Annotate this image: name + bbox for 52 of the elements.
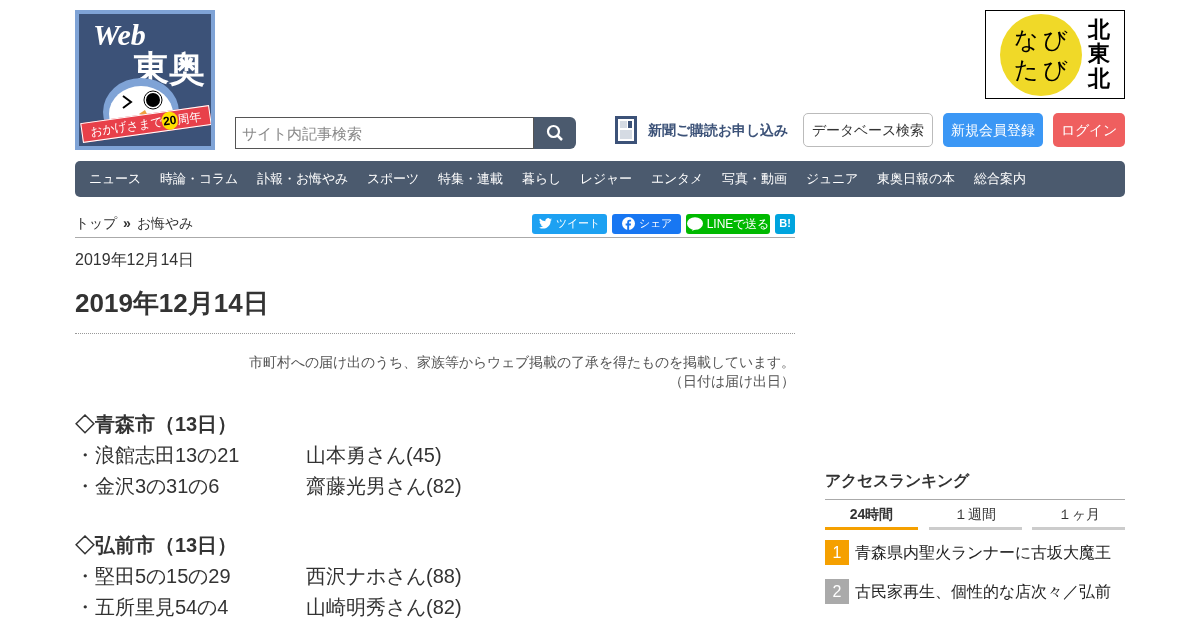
ranking-article-link[interactable]: 古民家再生、個性的な店次々／弘前	[855, 579, 1111, 604]
logo-text: Web	[93, 18, 146, 51]
address-text: ・金沢3の31の6	[75, 474, 221, 499]
share-button[interactable]: シェア	[612, 213, 681, 234]
section-heading: ◇弘前市（13日）	[75, 533, 239, 558]
nav-link[interactable]: 時論・コラム	[150, 169, 247, 189]
nav-link[interactable]: エンタメ	[641, 169, 712, 189]
person-name: 山本勇さん(45)	[306, 443, 442, 468]
person-name: 山崎明秀さん(82)	[306, 595, 462, 620]
nav-link[interactable]: 写真・動画	[712, 169, 796, 189]
ribbon-text: 周年	[176, 108, 203, 129]
ranking-tab[interactable]: 24時間	[825, 502, 918, 530]
person-name: 西沢ナホさん(88)	[306, 564, 462, 589]
address-text: ・堅田5の15の29	[75, 564, 232, 589]
address-text: ・浪館志田13の21	[75, 443, 241, 468]
section-heading: ◇青森市（13日）	[75, 412, 239, 437]
address-text: ・五所里見54の4	[75, 595, 230, 620]
newspaper-icon	[615, 116, 637, 144]
notice-text: （日付は届け出日）	[668, 372, 795, 391]
logo-text: 北東北	[1088, 18, 1110, 91]
breadcrumb-link[interactable]: トップ	[75, 213, 117, 234]
ranking-tab[interactable]: １週間	[928, 502, 1022, 530]
facebook-icon	[621, 217, 635, 230]
nav-link[interactable]: スポーツ	[357, 169, 428, 189]
nav-link[interactable]: 暮らし	[512, 169, 570, 189]
nav-link[interactable]: 東奥日報の本	[867, 169, 964, 189]
ranking-article-link[interactable]: 青森県内聖火ランナーに古坂大魔王	[855, 540, 1111, 565]
search-field[interactable]: サイト内記事検索	[235, 117, 534, 149]
breadcrumb-separator: »	[123, 214, 131, 233]
speech-bubble-icon	[686, 216, 703, 231]
search-icon	[546, 124, 564, 142]
nav-link[interactable]: レジャー	[570, 169, 641, 189]
nav-link[interactable]: 特集・連載	[428, 169, 512, 189]
header-button[interactable]: データベース検索	[803, 113, 933, 147]
breadcrumb-link[interactable]: お悔やみ	[136, 213, 193, 234]
subscribe-link[interactable]: 新聞ご購読お申し込み	[648, 119, 788, 141]
rank-number: 1	[825, 540, 849, 565]
logo-text: たび	[1013, 54, 1072, 85]
nav-link[interactable]: ニュース	[79, 169, 150, 189]
ranking-title: アクセスランキング	[825, 469, 1125, 500]
ranking-tab[interactable]: １ヶ月	[1032, 502, 1125, 530]
notice-text: 市町村への届け出のうち、家族等からウェブ掲載の了承を得たものを掲載しています。	[248, 353, 795, 372]
bird-icon	[539, 218, 552, 229]
search-button[interactable]	[534, 117, 576, 149]
article-date: 2019年12月14日	[75, 250, 196, 270]
nav-link[interactable]: 総合案内	[964, 169, 1035, 189]
nav-link[interactable]: ジュニア	[796, 169, 867, 189]
nav-link[interactable]: 訃報・お悔やみ	[247, 169, 357, 189]
rank-number: 2	[825, 579, 849, 604]
logo-text: なび	[1013, 24, 1072, 55]
article-title: 2019年12月14日	[75, 284, 795, 334]
person-name: 齋藤光男さん(82)	[306, 474, 462, 499]
